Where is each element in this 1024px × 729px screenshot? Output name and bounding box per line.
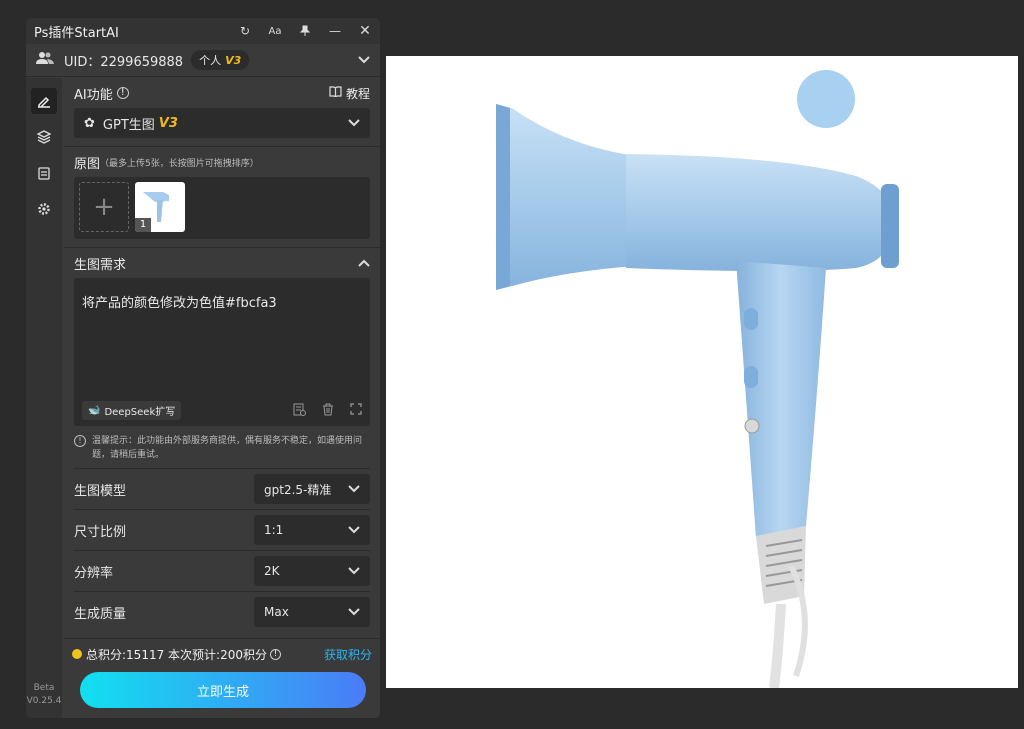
user-id: UID：2299659888 xyxy=(64,54,184,70)
ratio-select[interactable]: 1:1 xyxy=(254,515,370,545)
sidebar-item-notes[interactable] xyxy=(31,160,57,186)
gear-icon xyxy=(38,203,50,215)
prompt-textarea[interactable]: 将产品的颜色修改为色值#fbcfa3 🐋 DeepSeek扩写 xyxy=(74,278,370,426)
info-icon[interactable]: ! xyxy=(269,648,281,660)
plan-badge: 个人 V3 xyxy=(191,50,250,70)
user-bar[interactable]: UID：2299659888 个人 V3 xyxy=(26,44,380,77)
ai-function-header: AI功能 ! 教程 xyxy=(74,85,370,103)
sidebar-item-settings[interactable] xyxy=(31,196,57,222)
pencil-icon xyxy=(38,96,50,108)
refresh-icon[interactable]: ↻ xyxy=(238,24,252,38)
pin-icon[interactable] xyxy=(298,24,312,38)
chevron-down-icon xyxy=(348,523,360,537)
sidebar-item-layers[interactable] xyxy=(31,124,57,150)
setting-row-model: 生图模型 gpt2.5-精准 xyxy=(74,468,370,509)
setting-row-resolution: 分辨率 2K xyxy=(74,550,370,591)
setting-row-quality: 生成质量 Max xyxy=(74,591,370,632)
chevron-down-icon xyxy=(348,564,360,578)
generate-button[interactable]: 立即生成 xyxy=(80,672,366,708)
info-icon[interactable]: ! xyxy=(116,87,129,99)
panel-titlebar: Ps插件StartAI ↻ Aa — ✕ xyxy=(26,18,380,44)
sidebar-item-edit[interactable] xyxy=(31,88,57,114)
chevron-down-icon xyxy=(348,482,360,496)
history-icon[interactable] xyxy=(293,403,306,419)
users-icon xyxy=(36,51,54,69)
source-image-header: 原图 （最多上传5张，长按图片可拖拽排序） xyxy=(74,156,259,172)
version-info: Beta V0.25.4 xyxy=(26,683,62,706)
get-points-link[interactable]: 获取积分 xyxy=(324,646,372,663)
add-image-button[interactable]: + xyxy=(79,182,129,232)
panel-sidebar: Beta V0.25.4 xyxy=(26,78,62,718)
chevron-down-icon[interactable] xyxy=(358,53,370,68)
startai-plugin-panel: Ps插件StartAI ↻ Aa — ✕ UID：2299659888 个人 V3 xyxy=(25,17,381,719)
book-icon xyxy=(329,86,342,100)
service-notice: ! 温馨提示：此功能由外部服务商提供，偶有服务不稳定，如遇使用问题，请稍后重试。 xyxy=(74,426,370,468)
hair-dryer-image xyxy=(496,70,899,688)
chevron-down-icon xyxy=(348,605,360,619)
clipboard-icon xyxy=(38,167,50,180)
chevron-up-icon[interactable] xyxy=(358,259,370,267)
prompt-header[interactable]: 生图需求 xyxy=(74,248,370,278)
panel-footer: 总积分:15117 本次预计:200积分 ! 获取积分 立即生成 xyxy=(64,638,380,718)
trash-icon[interactable] xyxy=(322,403,334,419)
document-canvas[interactable] xyxy=(386,56,1018,688)
openai-icon: ✿ xyxy=(84,115,95,131)
quality-select[interactable]: Max xyxy=(254,597,370,627)
coin-icon xyxy=(72,649,82,659)
close-icon[interactable]: ✕ xyxy=(358,23,372,39)
color-swatch-dot xyxy=(797,70,855,128)
model-select[interactable]: gpt2.5-精准 xyxy=(254,474,370,504)
panel-main: AI功能 ! 教程 ✿ GPT生图 V3 原图 （最多上传5张，长按图片可拖拽排… xyxy=(64,78,380,718)
chevron-down-icon xyxy=(348,116,360,131)
layers-icon xyxy=(37,130,51,144)
tutorial-link[interactable]: 教程 xyxy=(329,85,370,102)
resolution-select[interactable]: 2K xyxy=(254,556,370,586)
info-icon: ! xyxy=(74,435,86,447)
expand-icon[interactable] xyxy=(350,402,362,419)
points-summary: 总积分:15117 本次预计:200积分 ! 获取积分 xyxy=(72,639,372,669)
source-image-list: + 1 xyxy=(74,177,370,239)
panel-title: Ps插件StartAI xyxy=(34,25,119,41)
font-size-icon[interactable]: Aa xyxy=(268,24,282,38)
setting-row-ratio: 尺寸比例 1:1 xyxy=(74,509,370,550)
ai-function-select[interactable]: ✿ GPT生图 V3 xyxy=(74,108,370,138)
whale-icon: 🐋 xyxy=(88,405,101,416)
deepseek-expand-button[interactable]: 🐋 DeepSeek扩写 xyxy=(82,401,182,420)
minimize-icon[interactable]: — xyxy=(328,24,342,38)
source-image-thumb[interactable]: 1 xyxy=(135,182,185,232)
